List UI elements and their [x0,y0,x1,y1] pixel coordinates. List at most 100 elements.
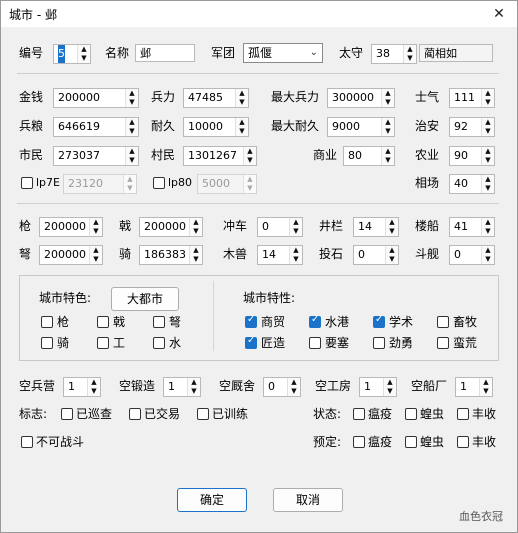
flag-traded-checkbox[interactable] [129,408,141,420]
spin-up-icon[interactable]: ▲ [480,378,492,387]
name-input[interactable]: 邺 [135,44,195,62]
id-spinner[interactable]: 5 ▲ ▼ [53,44,91,64]
specialty-craft-checkbox[interactable] [97,337,109,349]
spin-down-icon[interactable]: ▼ [190,255,202,264]
spin-up-icon[interactable]: ▲ [188,378,200,387]
spin-down-icon[interactable]: ▼ [90,255,102,264]
morale-spinner[interactable]: 111 ▲ ▼ [449,88,495,108]
weapon-horse-spinner[interactable]: 186383 ▲ ▼ [139,245,203,265]
spin-up-icon[interactable]: ▲ [190,246,202,255]
spin-down-icon[interactable]: ▼ [382,156,394,165]
spin-down-icon[interactable]: ▼ [126,98,138,107]
spin-down-icon[interactable]: ▼ [244,156,256,165]
spin-down-icon[interactable]: ▼ [88,387,100,396]
spin-down-icon[interactable]: ▼ [126,156,138,165]
weapon-beast-spinner[interactable]: 14 ▲ ▼ [257,245,303,265]
spin-down-icon[interactable]: ▼ [382,127,394,136]
spin-down-icon[interactable]: ▼ [290,227,302,236]
spin-down-icon[interactable]: ▼ [382,98,394,107]
weapon-ram-spinner[interactable]: 0 ▲ ▼ [257,217,303,237]
spin-down-icon[interactable]: ▼ [188,387,200,396]
spin-up-icon[interactable]: ▲ [88,378,100,387]
durability-spinner[interactable]: 10000 ▲ ▼ [183,117,249,137]
spin-up-icon[interactable]: ▲ [236,118,248,127]
food-spinner[interactable]: 646619 ▲ ▼ [53,117,139,137]
forecast-plague-checkbox[interactable] [353,436,365,448]
spin-up-icon[interactable]: ▲ [126,89,138,98]
spin-up-icon[interactable]: ▲ [482,175,494,184]
spin-up-icon[interactable]: ▲ [90,246,102,255]
lp80-checkbox[interactable] [153,177,165,189]
trait-livestock-checkbox[interactable] [437,316,449,328]
id-value[interactable]: 5 [58,45,65,63]
max-troops-spinner[interactable]: 300000 ▲ ▼ [327,88,395,108]
citizens-spinner[interactable]: 273037 ▲ ▼ [53,146,139,166]
villagers-spinner[interactable]: 1301267 ▲ ▼ [183,146,257,166]
spin-down-icon[interactable]: ▼ [482,227,494,236]
status-locust-checkbox[interactable] [405,408,417,420]
spin-up-icon[interactable]: ▲ [290,218,302,227]
spin-up-icon[interactable]: ▲ [236,89,248,98]
nofight-checkbox[interactable] [21,436,33,448]
spin-up-icon[interactable]: ▲ [482,218,494,227]
forecast-locust-checkbox[interactable] [405,436,417,448]
market-spinner[interactable]: 40 ▲ ▼ [449,174,495,194]
spin-down-icon[interactable]: ▼ [482,255,494,264]
trait-port-checkbox[interactable] [309,314,321,328]
spin-down-icon[interactable]: ▼ [236,98,248,107]
spin-up-icon[interactable]: ▲ [78,45,90,54]
trait-wild-checkbox[interactable] [437,337,449,349]
spin-down-icon[interactable]: ▼ [482,98,494,107]
spin-up-icon[interactable]: ▲ [288,378,300,387]
spin-down-icon[interactable]: ▼ [288,387,300,396]
spin-down-icon[interactable]: ▼ [386,227,398,236]
weapon-spear-spinner[interactable]: 200000 ▲ ▼ [39,217,103,237]
spin-up-icon[interactable]: ▲ [482,147,494,156]
spin-up-icon[interactable]: ▲ [482,118,494,127]
spin-up-icon[interactable]: ▲ [386,218,398,227]
facility-workshop-spinner[interactable]: 1 ▲ ▼ [359,377,397,397]
forecast-harvest-checkbox[interactable] [457,436,469,448]
specialty-horse-checkbox[interactable] [41,337,53,349]
specialty-halberd-checkbox[interactable] [97,316,109,328]
status-harvest-checkbox[interactable] [457,408,469,420]
trait-brave-checkbox[interactable] [373,337,385,349]
max-durability-spinner[interactable]: 9000 ▲ ▼ [327,117,395,137]
spin-down-icon[interactable]: ▼ [78,54,90,63]
spin-down-icon[interactable]: ▼ [90,227,102,236]
troops-spinner[interactable]: 47485 ▲ ▼ [183,88,249,108]
weapon-halberd-spinner[interactable]: 200000 ▲ ▼ [139,217,203,237]
spin-up-icon[interactable]: ▲ [126,147,138,156]
weapon-tower-spinner[interactable]: 14 ▲ ▼ [353,217,399,237]
spin-down-icon[interactable]: ▼ [482,184,494,193]
spin-up-icon[interactable]: ▲ [90,218,102,227]
spin-down-icon[interactable]: ▼ [236,127,248,136]
commerce-spinner[interactable]: 80 ▲ ▼ [343,146,395,166]
order-spinner[interactable]: 92 ▲ ▼ [449,117,495,137]
spin-up-icon[interactable]: ▲ [384,378,396,387]
spin-down-icon[interactable]: ▼ [480,387,492,396]
spin-up-icon[interactable]: ▲ [244,147,256,156]
spin-up-icon[interactable]: ▲ [382,89,394,98]
lp7e-checkbox[interactable] [21,177,33,189]
spin-down-icon[interactable]: ▼ [126,127,138,136]
spin-up-icon[interactable]: ▲ [386,246,398,255]
trait-fortress-checkbox[interactable] [309,337,321,349]
spin-up-icon[interactable]: ▲ [126,118,138,127]
spin-down-icon[interactable]: ▼ [290,255,302,264]
weapon-catapult-spinner[interactable]: 0 ▲ ▼ [353,245,399,265]
flag-trained-checkbox[interactable] [197,408,209,420]
guard-value[interactable]: 38 [376,45,390,63]
specialty-button[interactable]: 大都市 [111,287,179,311]
spin-down-icon[interactable]: ▼ [190,227,202,236]
facility-forge-spinner[interactable]: 1 ▲ ▼ [163,377,201,397]
flag-patrolled-checkbox[interactable] [61,408,73,420]
weapon-warship-spinner[interactable]: 0 ▲ ▼ [449,245,495,265]
spin-up-icon[interactable]: ▲ [482,246,494,255]
facility-stable-spinner[interactable]: 0 ▲ ▼ [263,377,301,397]
spin-down-icon[interactable]: ▼ [482,156,494,165]
spin-up-icon[interactable]: ▲ [482,89,494,98]
spin-down-icon[interactable]: ▼ [384,387,396,396]
agriculture-spinner[interactable]: 90 ▲ ▼ [449,146,495,166]
cancel-button[interactable]: 取消 [273,488,343,512]
